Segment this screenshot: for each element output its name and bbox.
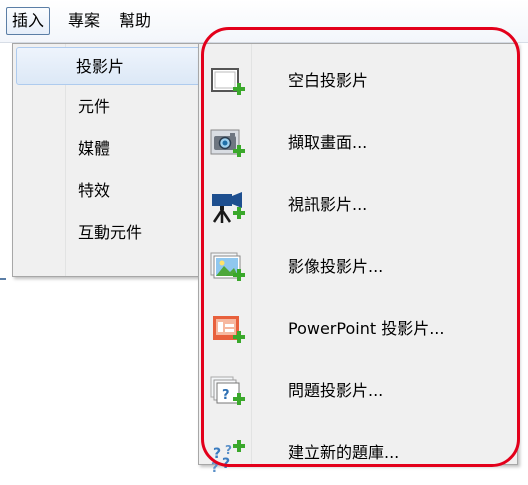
slide-submenu: 空白投影片 擷取畫面... 視訊影片... 影像投影片... PowerPoin… bbox=[198, 43, 518, 476]
menu-bar: 插入 專案 幫助 bbox=[0, 0, 528, 43]
menu-item-effects[interactable]: 特效 bbox=[16, 172, 206, 210]
submenu-item-label: 建立新的題庫... bbox=[288, 443, 400, 462]
window-edge-mark bbox=[0, 278, 6, 280]
submenu-item-label: PowerPoint 投影片... bbox=[288, 319, 445, 338]
menu-item-label: 元件 bbox=[78, 97, 111, 116]
submenu-item-powerpoint[interactable]: PowerPoint 投影片... bbox=[199, 304, 517, 354]
menu-insert[interactable]: 插入 bbox=[6, 7, 51, 35]
insert-dropdown-menu: 投影片 元件 媒體 特效 互動元件 bbox=[12, 43, 210, 277]
image-slide-icon bbox=[210, 252, 245, 281]
menu-project[interactable]: 專案 bbox=[63, 8, 105, 34]
svg-text:?: ? bbox=[222, 388, 230, 403]
menu-item-media[interactable]: 媒體 bbox=[16, 130, 206, 168]
menu-item-slide[interactable]: 投影片 bbox=[16, 47, 204, 85]
submenu-item-question-slide[interactable]: ? 問題投影片... bbox=[199, 366, 517, 416]
submenu-item-video[interactable]: 視訊影片... bbox=[199, 180, 517, 230]
submenu-item-label: 視訊影片... bbox=[288, 195, 368, 214]
svg-text:?: ? bbox=[222, 456, 230, 472]
submenu-item-image-slide[interactable]: 影像投影片... bbox=[199, 242, 517, 292]
screen-capture-icon bbox=[210, 129, 245, 157]
menu-item-component[interactable]: 元件 bbox=[16, 88, 206, 126]
svg-text:?: ? bbox=[225, 443, 232, 457]
menu-item-label: 媒體 bbox=[78, 139, 111, 158]
svg-text:?: ? bbox=[213, 446, 221, 462]
menu-item-label: 投影片 bbox=[76, 57, 125, 76]
question-bank-icon: ? ? ? ? bbox=[211, 440, 245, 476]
submenu-item-label: 問題投影片... bbox=[288, 381, 384, 400]
menu-item-interactive-component[interactable]: 互動元件 bbox=[16, 214, 206, 252]
question-slide-icon: ? bbox=[210, 376, 245, 405]
blank-slide-icon bbox=[211, 68, 245, 95]
submenu-item-blank-slide[interactable]: 空白投影片 bbox=[199, 56, 517, 106]
submenu-item-screen-capture[interactable]: 擷取畫面... bbox=[199, 118, 517, 168]
submenu-item-label: 擷取畫面... bbox=[288, 133, 368, 152]
submenu-item-question-bank[interactable]: ? ? ? ? 建立新的題庫... bbox=[199, 428, 517, 478]
video-camera-icon bbox=[212, 192, 245, 223]
menu-help[interactable]: 幫助 bbox=[114, 8, 156, 34]
menu-item-label: 特效 bbox=[78, 181, 111, 200]
submenu-item-label: 影像投影片... bbox=[288, 257, 384, 276]
powerpoint-icon bbox=[213, 316, 245, 343]
submenu-item-label: 空白投影片 bbox=[288, 71, 369, 90]
svg-text:?: ? bbox=[211, 461, 219, 476]
menu-item-label: 互動元件 bbox=[78, 223, 143, 242]
